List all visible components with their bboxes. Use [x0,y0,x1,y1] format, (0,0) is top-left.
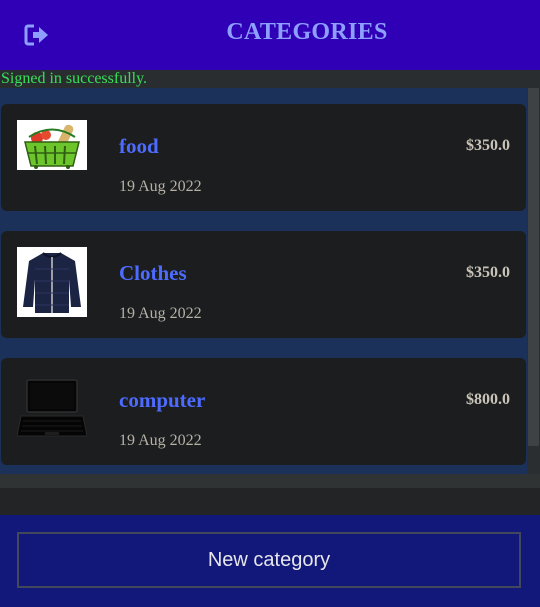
app-header: CATEGORIES [0,0,540,70]
new-category-button[interactable]: New category [17,532,521,588]
flash-notice: Signed in successfully. [0,70,540,88]
category-name[interactable]: Clothes [119,261,187,286]
category-date: 19 Aug 2022 [119,178,202,195]
category-amount: $800.0 [466,391,510,408]
laptop-icon [17,374,87,446]
jacket-icon [17,247,87,317]
category-amount: $350.0 [466,137,510,154]
category-date: 19 Aug 2022 [119,305,202,322]
category-card-clothes[interactable]: Clothes 19 Aug 2022 $350.0 [1,231,526,338]
list-scrollbar[interactable] [527,88,540,474]
category-card-food[interactable]: food 19 Aug 2022 $350.0 [1,104,526,211]
horizontal-scroll-track [0,474,540,488]
category-amount: $350.0 [466,264,510,281]
category-date: 19 Aug 2022 [119,432,202,449]
category-name[interactable]: food [119,134,159,159]
page-title: CATEGORIES [226,19,388,45]
category-card-computer[interactable]: computer 19 Aug 2022 $800.0 [1,358,526,465]
grocery-basket-icon [17,120,87,170]
scrollbar-thumb[interactable] [528,88,539,446]
category-list: food 19 Aug 2022 $350.0 Clothes 19 Aug 2… [0,88,540,474]
category-name[interactable]: computer [119,388,205,413]
